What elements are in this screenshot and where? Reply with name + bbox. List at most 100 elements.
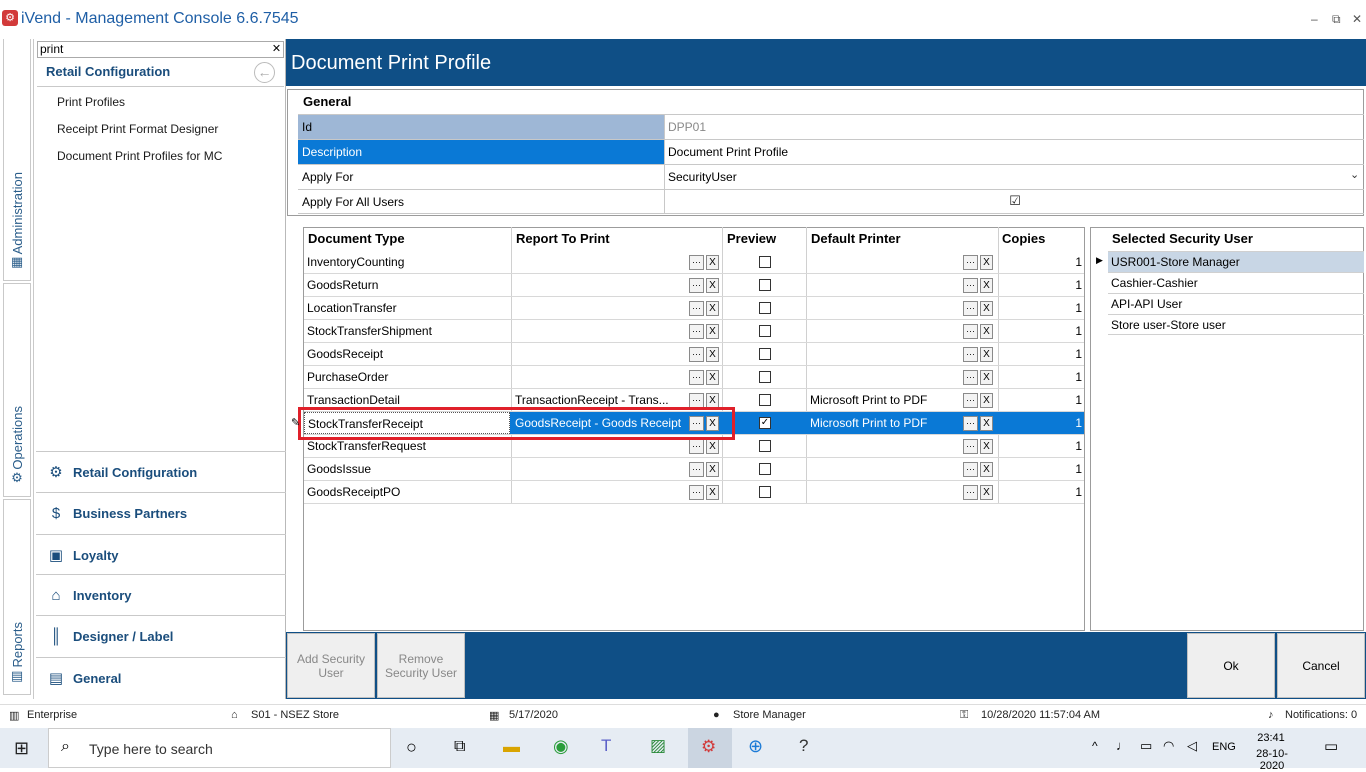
document-type-cell[interactable]: InventoryCounting bbox=[304, 251, 510, 273]
default-printer-cell[interactable]: Microsoft Print to PDF bbox=[807, 389, 957, 411]
column-header-copies[interactable]: Copies bbox=[1002, 231, 1045, 246]
volume-icon[interactable]: ◁ bbox=[1187, 738, 1197, 754]
user-row[interactable]: USR001-Store Manager bbox=[1108, 251, 1364, 272]
table-row[interactable]: InventoryCounting ··· X ··· X 1 bbox=[304, 251, 1084, 274]
ellipsis-button[interactable]: ··· bbox=[689, 255, 704, 270]
report-to-print-cell[interactable] bbox=[512, 458, 688, 480]
column-header-report-to-print[interactable]: Report To Print bbox=[516, 231, 610, 246]
table-row[interactable]: GoodsReturn ··· X ··· X 1 bbox=[304, 274, 1084, 297]
copies-cell[interactable]: 1 bbox=[1000, 320, 1082, 342]
preview-checkbox[interactable] bbox=[759, 325, 771, 337]
clear-button[interactable]: X bbox=[980, 278, 993, 293]
table-row[interactable]: StockTransferShipment ··· X ··· X 1 bbox=[304, 320, 1084, 343]
table-row[interactable]: GoodsIssue ··· X ··· X 1 bbox=[304, 458, 1084, 481]
language-indicator[interactable]: ENG bbox=[1212, 741, 1236, 753]
preview-checkbox[interactable] bbox=[759, 463, 771, 475]
apply-all-checkbox[interactable]: ☑ bbox=[1008, 194, 1022, 208]
taskbar-search-box[interactable]: ⌕ Type here to search bbox=[48, 728, 391, 768]
module-retail-configuration[interactable]: ⚙ Retail Configuration bbox=[36, 451, 286, 492]
clear-button[interactable]: X bbox=[706, 439, 719, 454]
module-business-partners[interactable]: $ Business Partners bbox=[36, 492, 286, 533]
cortana-icon[interactable]: ○ bbox=[406, 737, 417, 758]
default-printer-cell[interactable] bbox=[807, 274, 957, 296]
document-type-cell[interactable]: LocationTransfer bbox=[304, 297, 510, 319]
chevron-down-icon[interactable]: ⌄ bbox=[1350, 168, 1359, 181]
preview-checkbox[interactable] bbox=[759, 348, 771, 360]
minimize-button[interactable]: ‒ bbox=[1311, 12, 1318, 26]
table-row[interactable]: LocationTransfer ··· X ··· X 1 bbox=[304, 297, 1084, 320]
clear-button[interactable]: X bbox=[706, 370, 719, 385]
report-to-print-cell[interactable] bbox=[512, 251, 688, 273]
app-plus-icon[interactable]: ⊕ bbox=[748, 736, 763, 757]
ellipsis-button[interactable]: ··· bbox=[963, 485, 978, 500]
ellipsis-button[interactable]: ··· bbox=[963, 278, 978, 293]
document-type-cell[interactable]: GoodsReceipt bbox=[304, 343, 510, 365]
close-button[interactable]: ✕ bbox=[1352, 12, 1362, 26]
search-clear-icon[interactable]: ✕ bbox=[270, 42, 283, 56]
ivend-taskbar-button[interactable]: ⚙ bbox=[688, 728, 732, 768]
nav-item-receipt-print-format-designer[interactable]: Receipt Print Format Designer bbox=[57, 122, 218, 136]
notifications-status[interactable]: Notifications: 0 bbox=[1285, 709, 1357, 721]
ellipsis-button[interactable]: ··· bbox=[689, 485, 704, 500]
cancel-button[interactable]: Cancel bbox=[1277, 633, 1365, 698]
module-inventory[interactable]: ⌂ Inventory bbox=[36, 574, 286, 615]
nav-item-document-print-profiles[interactable]: Document Print Profiles for MC bbox=[57, 149, 222, 163]
remove-security-user-button[interactable]: Remove Security User bbox=[377, 633, 465, 698]
report-to-print-cell[interactable] bbox=[512, 366, 688, 388]
copies-cell[interactable]: 1 bbox=[1000, 251, 1082, 273]
clock-time[interactable]: 23:41 bbox=[1250, 732, 1292, 744]
copies-cell[interactable]: 1 bbox=[1000, 412, 1082, 434]
back-arrow-icon[interactable]: ← bbox=[254, 62, 275, 83]
ok-button[interactable]: Ok bbox=[1187, 633, 1275, 698]
default-printer-cell[interactable] bbox=[807, 251, 957, 273]
chevron-up-icon[interactable]: ^ bbox=[1092, 739, 1098, 753]
default-printer-cell[interactable] bbox=[807, 343, 957, 365]
clear-button[interactable]: X bbox=[706, 393, 719, 408]
clear-button[interactable]: X bbox=[980, 324, 993, 339]
ellipsis-button[interactable]: ··· bbox=[689, 462, 704, 477]
default-printer-cell[interactable] bbox=[807, 297, 957, 319]
copies-cell[interactable]: 1 bbox=[1000, 366, 1082, 388]
copies-cell[interactable]: 1 bbox=[1000, 435, 1082, 457]
clear-button[interactable]: X bbox=[706, 301, 719, 316]
clear-button[interactable]: X bbox=[980, 255, 993, 270]
module-designer-label[interactable]: ║ Designer / Label bbox=[36, 615, 286, 656]
clear-button[interactable]: X bbox=[980, 393, 993, 408]
preview-checkbox[interactable] bbox=[759, 256, 771, 268]
clear-button[interactable]: X bbox=[980, 485, 993, 500]
copies-cell[interactable]: 1 bbox=[1000, 297, 1082, 319]
module-general[interactable]: ▤ General bbox=[36, 657, 286, 698]
tab-reports[interactable]: Reports ▤ bbox=[3, 499, 31, 695]
preview-checkbox[interactable] bbox=[759, 279, 771, 291]
copies-cell[interactable]: 1 bbox=[1000, 274, 1082, 296]
ellipsis-button[interactable]: ··· bbox=[963, 462, 978, 477]
battery-icon[interactable]: ▭ bbox=[1140, 738, 1152, 754]
tab-operations[interactable]: Operations ⚙ bbox=[3, 283, 31, 497]
column-header-preview[interactable]: Preview bbox=[727, 231, 776, 246]
search-input[interactable]: print bbox=[37, 41, 284, 58]
ellipsis-button[interactable]: ··· bbox=[963, 439, 978, 454]
nav-item-print-profiles[interactable]: Print Profiles bbox=[57, 95, 125, 109]
report-to-print-cell[interactable] bbox=[512, 343, 688, 365]
microphone-icon[interactable]: ♩ bbox=[1116, 738, 1129, 753]
clear-button[interactable]: X bbox=[706, 278, 719, 293]
notification-center-icon[interactable]: ▭ bbox=[1324, 737, 1338, 755]
windows-start-icon[interactable]: ⊞ bbox=[14, 738, 29, 759]
document-type-cell[interactable]: StockTransferShipment bbox=[304, 320, 510, 342]
preview-checkbox[interactable]: ✓ bbox=[759, 417, 771, 429]
report-to-print-cell[interactable] bbox=[512, 320, 688, 342]
preview-checkbox[interactable] bbox=[759, 394, 771, 406]
clear-button[interactable]: X bbox=[980, 462, 993, 477]
teams-icon[interactable]: T bbox=[601, 736, 611, 756]
table-row[interactable]: GoodsReceipt ··· X ··· X 1 bbox=[304, 343, 1084, 366]
report-to-print-cell[interactable] bbox=[512, 297, 688, 319]
apply-for-select[interactable]: SecurityUser bbox=[666, 165, 1364, 189]
ellipsis-button[interactable]: ··· bbox=[689, 301, 704, 316]
ellipsis-button[interactable]: ··· bbox=[963, 370, 978, 385]
copies-cell[interactable]: 1 bbox=[1000, 343, 1082, 365]
clear-button[interactable]: X bbox=[706, 255, 719, 270]
ellipsis-button[interactable]: ··· bbox=[963, 347, 978, 362]
copies-cell[interactable]: 1 bbox=[1000, 481, 1082, 503]
clear-button[interactable]: X bbox=[706, 485, 719, 500]
default-printer-cell[interactable]: Microsoft Print to PDF bbox=[807, 412, 957, 434]
